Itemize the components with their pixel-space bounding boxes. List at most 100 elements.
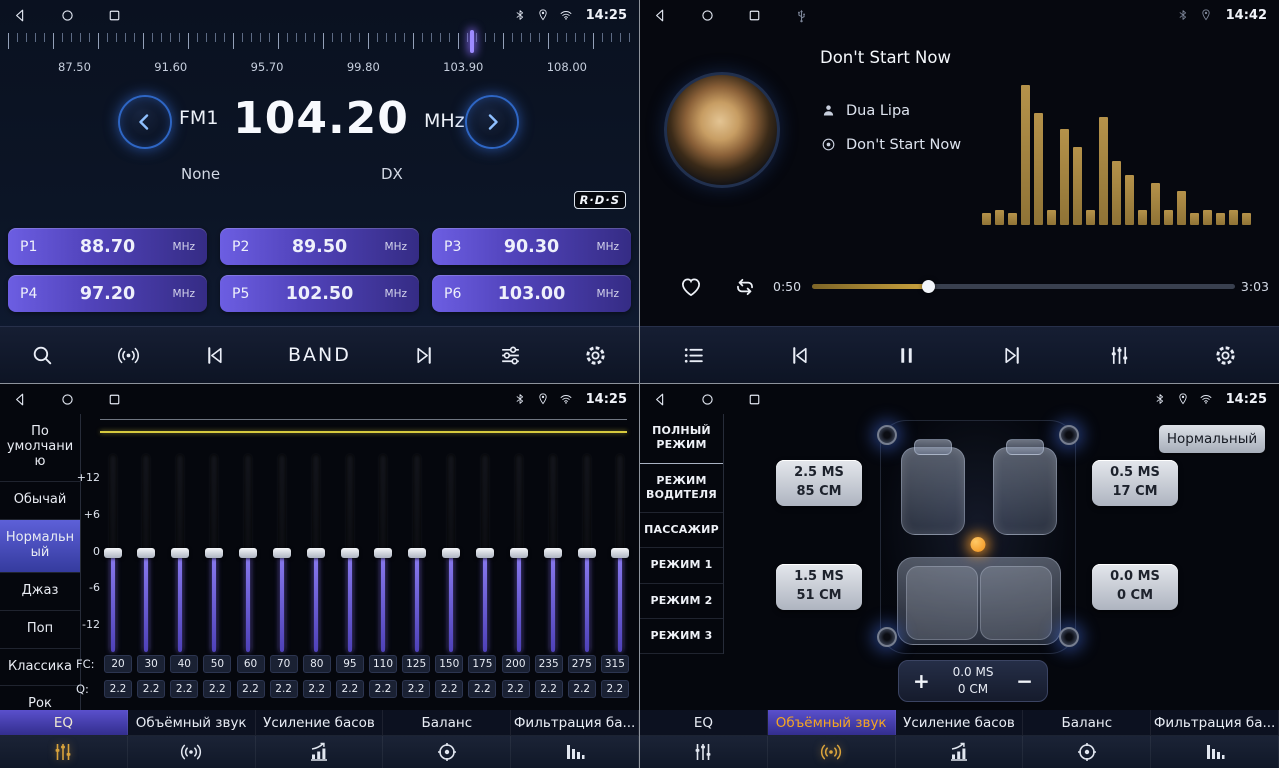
home-circle-icon[interactable] bbox=[59, 7, 76, 24]
listening-mode-item[interactable]: РЕЖИМ 2 bbox=[640, 584, 723, 619]
tab-filter[interactable]: Фильтрация ба... bbox=[511, 710, 639, 735]
tab-surround-sound-icon[interactable] bbox=[128, 736, 256, 768]
tab-bass-boost-icon[interactable] bbox=[896, 736, 1024, 768]
tab-eq-icon[interactable] bbox=[640, 736, 768, 768]
pause-icon[interactable] bbox=[894, 343, 919, 368]
eq-q-value[interactable]: 2.2 bbox=[601, 680, 629, 698]
radio-preset-p6[interactable]: P6 103.00 MHz bbox=[432, 275, 631, 312]
progress-knob[interactable] bbox=[922, 280, 935, 293]
home-circle-icon[interactable] bbox=[699, 7, 716, 24]
recents-square-icon[interactable] bbox=[746, 7, 763, 24]
eq-band-slider[interactable] bbox=[206, 454, 223, 652]
back-icon[interactable] bbox=[652, 7, 669, 24]
eq-band-slider[interactable] bbox=[510, 454, 527, 652]
tab-eq-icon[interactable] bbox=[0, 736, 128, 768]
eq-band-slider[interactable] bbox=[578, 454, 595, 652]
radio-preset-p1[interactable]: P1 88.70 MHz bbox=[8, 228, 207, 265]
settings-icon[interactable] bbox=[583, 343, 608, 368]
home-circle-icon[interactable] bbox=[59, 391, 76, 408]
recents-square-icon[interactable] bbox=[746, 391, 763, 408]
tab-bass-boost[interactable]: Усиление басов bbox=[256, 710, 384, 735]
tab-filter-icon[interactable] bbox=[511, 736, 639, 768]
tab-surround-sound-icon[interactable] bbox=[768, 736, 896, 768]
eq-preset-item[interactable]: По умолчанию bbox=[0, 414, 80, 482]
eq-band-slider[interactable] bbox=[172, 454, 189, 652]
next-track-icon[interactable] bbox=[412, 343, 437, 368]
radio-preset-p3[interactable]: P3 90.30 MHz bbox=[432, 228, 631, 265]
eq-q-value[interactable]: 2.2 bbox=[303, 680, 331, 698]
search-icon[interactable] bbox=[30, 343, 55, 368]
listening-mode-item[interactable]: РЕЖИМ ВОДИТЕЛЯ bbox=[640, 464, 723, 514]
eq-band-slider[interactable] bbox=[104, 454, 121, 652]
eq-q-value[interactable]: 2.2 bbox=[468, 680, 496, 698]
eq-band-slider[interactable] bbox=[544, 454, 561, 652]
recents-square-icon[interactable] bbox=[106, 7, 123, 24]
eq-q-value[interactable]: 2.2 bbox=[402, 680, 430, 698]
mixer-icon[interactable] bbox=[1107, 343, 1132, 368]
eq-q-value[interactable]: 2.2 bbox=[502, 680, 530, 698]
heart-icon[interactable] bbox=[678, 274, 704, 300]
eq-band-slider[interactable] bbox=[409, 454, 426, 652]
radio-preset-p5[interactable]: P5 102.50 MHz bbox=[220, 275, 419, 312]
eq-band-slider[interactable] bbox=[612, 454, 629, 652]
front-right-delay-button[interactable]: 0.5 MS 17 CM bbox=[1092, 460, 1178, 506]
band-button[interactable]: BAND bbox=[288, 344, 351, 366]
radio-preset-p2[interactable]: P2 89.50 MHz bbox=[220, 228, 419, 265]
sliders-icon[interactable] bbox=[498, 343, 523, 368]
tune-up-button[interactable] bbox=[465, 95, 519, 149]
tab-filter[interactable]: Фильтрация ба... bbox=[1151, 710, 1279, 735]
settings-icon[interactable] bbox=[1213, 343, 1238, 368]
surround-preset-button[interactable]: Нормальный bbox=[1159, 425, 1265, 453]
eq-band-slider[interactable] bbox=[375, 454, 392, 652]
eq-q-value[interactable]: 2.2 bbox=[104, 680, 132, 698]
broadcast-icon[interactable] bbox=[116, 343, 141, 368]
minus-icon[interactable]: − bbox=[1016, 671, 1033, 691]
eq-q-value[interactable]: 2.2 bbox=[203, 680, 231, 698]
eq-preset-item[interactable]: Джаз bbox=[0, 573, 80, 611]
eq-q-value[interactable]: 2.2 bbox=[336, 680, 364, 698]
eq-preset-item[interactable]: Поп bbox=[0, 611, 80, 649]
plus-icon[interactable]: + bbox=[913, 671, 930, 691]
prev-track-icon[interactable] bbox=[202, 343, 227, 368]
listening-mode-item[interactable]: РЕЖИМ 3 bbox=[640, 619, 723, 654]
tab-surround-sound[interactable]: Объёмный звук bbox=[128, 710, 256, 735]
tab-balance-icon[interactable] bbox=[1023, 736, 1151, 768]
playlist-icon[interactable] bbox=[681, 343, 706, 368]
eq-q-value[interactable]: 2.2 bbox=[568, 680, 596, 698]
back-icon[interactable] bbox=[12, 7, 29, 24]
eq-q-value[interactable]: 2.2 bbox=[435, 680, 463, 698]
eq-band-slider[interactable] bbox=[307, 454, 324, 652]
rear-right-delay-button[interactable]: 0.0 MS 0 CM bbox=[1092, 564, 1178, 610]
progress-bar[interactable] bbox=[812, 284, 1235, 289]
tab-balance[interactable]: Баланс bbox=[1023, 710, 1151, 735]
listening-position-marker[interactable] bbox=[971, 537, 986, 552]
eq-band-slider[interactable] bbox=[239, 454, 256, 652]
tab-balance-icon[interactable] bbox=[383, 736, 511, 768]
back-icon[interactable] bbox=[12, 391, 29, 408]
recents-square-icon[interactable] bbox=[106, 391, 123, 408]
listening-mode-item[interactable]: РЕЖИМ 1 bbox=[640, 548, 723, 583]
eq-q-value[interactable]: 2.2 bbox=[170, 680, 198, 698]
tab-filter-icon[interactable] bbox=[1151, 736, 1279, 768]
eq-q-value[interactable]: 2.2 bbox=[369, 680, 397, 698]
prev-track-icon[interactable] bbox=[787, 343, 812, 368]
radio-preset-p4[interactable]: P4 97.20 MHz bbox=[8, 275, 207, 312]
eq-band-slider[interactable] bbox=[273, 454, 290, 652]
tab-balance[interactable]: Баланс bbox=[383, 710, 511, 735]
eq-preset-item[interactable]: Нормальный bbox=[0, 520, 80, 573]
eq-q-value[interactable]: 2.2 bbox=[137, 680, 165, 698]
eq-band-slider[interactable] bbox=[476, 454, 493, 652]
repeat-icon[interactable] bbox=[732, 274, 758, 300]
frequency-scale[interactable]: 87.5091.6095.7099.80103.90108.00 bbox=[8, 33, 631, 79]
eq-preset-item[interactable]: Классика bbox=[0, 649, 80, 687]
rear-left-delay-button[interactable]: 1.5 MS 51 CM bbox=[776, 564, 862, 610]
home-circle-icon[interactable] bbox=[699, 391, 716, 408]
eq-q-value[interactable]: 2.2 bbox=[237, 680, 265, 698]
front-left-delay-button[interactable]: 2.5 MS 85 CM bbox=[776, 460, 862, 506]
tab-bass-boost[interactable]: Усиление басов bbox=[896, 710, 1024, 735]
back-icon[interactable] bbox=[652, 391, 669, 408]
listening-mode-item[interactable]: ПАССАЖИР bbox=[640, 513, 723, 548]
eq-q-value[interactable]: 2.2 bbox=[270, 680, 298, 698]
eq-q-value[interactable]: 2.2 bbox=[535, 680, 563, 698]
tab-surround-sound[interactable]: Объёмный звук bbox=[768, 710, 896, 735]
